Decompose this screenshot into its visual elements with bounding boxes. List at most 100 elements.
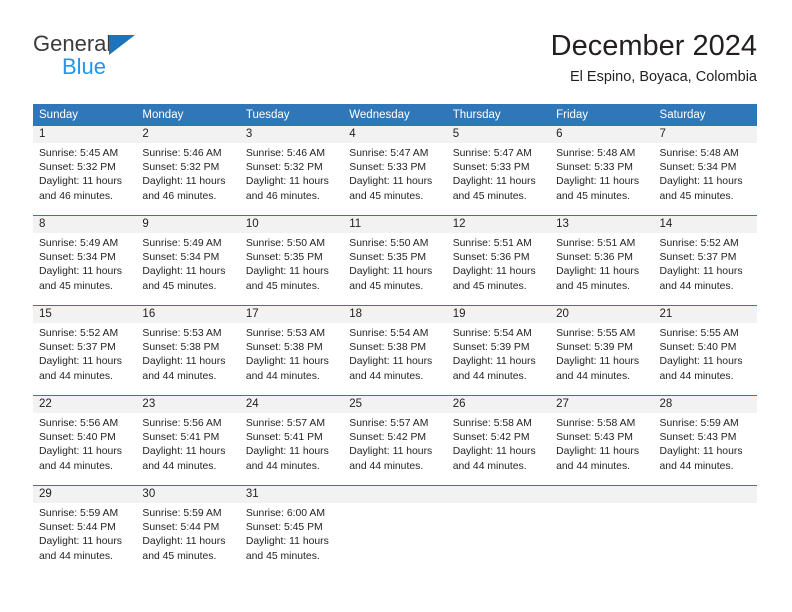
day-detail-line: and 46 minutes. xyxy=(142,190,217,202)
day-number[interactable]: 5 xyxy=(447,126,550,143)
day-cell[interactable]: Sunrise: 5:51 AM Sunset: 5:36 PM Daylight:… xyxy=(550,233,653,301)
day-cell[interactable]: Sunrise: 5:52 AM Sunset: 5:37 PM Daylight:… xyxy=(654,233,757,301)
day-number[interactable]: 16 xyxy=(136,306,239,323)
page-title: December 2024 xyxy=(550,30,757,62)
day-number[interactable]: 3 xyxy=(240,126,343,143)
day-cell-empty xyxy=(447,503,550,571)
day-number[interactable]: 28 xyxy=(654,396,757,413)
day-detail-line: and 44 minutes. xyxy=(659,280,734,292)
day-number[interactable]: 8 xyxy=(33,216,136,233)
day-number[interactable]: 19 xyxy=(447,306,550,323)
day-detail-line: Daylight: 11 hours xyxy=(659,266,743,278)
calendar-page: General Blue December 2024 El Espino, Bo… xyxy=(0,0,792,612)
day-cell[interactable]: Sunrise: 5:57 AM Sunset: 5:42 PM Daylight:… xyxy=(343,413,446,481)
day-cell[interactable]: Sunrise: 5:55 AM Sunset: 5:39 PM Daylight:… xyxy=(550,323,653,391)
day-detail-line: and 44 minutes. xyxy=(39,460,113,472)
day-cell[interactable]: Sunrise: 5:52 AM Sunset: 5:37 PM Daylight:… xyxy=(33,323,136,391)
calendar-weeks: 1 2 3 4 5 6 7 Sunrise: 5:45 AM Sunset: 5:32 PM Da… xyxy=(33,126,757,571)
day-cell[interactable]: Sunrise: 5:59 AM Sunset: 5:44 PM Daylight:… xyxy=(136,503,239,571)
day-detail-line: Sunset: 5:45 PM xyxy=(245,522,323,534)
day-cell[interactable]: Sunrise: 5:53 AM Sunset: 5:38 PM Daylight:… xyxy=(240,323,343,391)
day-number[interactable]: 27 xyxy=(550,396,653,413)
day-number[interactable]: 31 xyxy=(240,486,343,503)
day-number[interactable]: 6 xyxy=(550,126,653,143)
day-cell[interactable]: Sunrise: 5:46 AM Sunset: 5:32 PM Daylight:… xyxy=(240,143,343,211)
day-cell[interactable]: Sunrise: 5:48 AM Sunset: 5:33 PM Daylight:… xyxy=(550,143,653,211)
day-cell[interactable]: Sunrise: 5:59 AM Sunset: 5:44 PM Daylight:… xyxy=(33,503,136,571)
day-detail-line: Sunset: 5:38 PM xyxy=(245,342,323,354)
day-detail-line: Sunset: 5:42 PM xyxy=(349,432,427,444)
day-cell[interactable]: Sunrise: 5:58 AM Sunset: 5:43 PM Daylight:… xyxy=(550,413,653,481)
day-number[interactable]: 14 xyxy=(654,216,757,233)
day-number[interactable]: 10 xyxy=(240,216,343,233)
week-detail-band: Sunrise: 5:45 AM Sunset: 5:32 PM Daylight:… xyxy=(33,143,757,211)
day-cell[interactable]: Sunrise: 5:57 AM Sunset: 5:41 PM Daylight:… xyxy=(240,413,343,481)
day-cell[interactable]: Sunrise: 5:59 AM Sunset: 5:43 PM Daylight:… xyxy=(654,413,757,481)
day-detail-line: Daylight: 11 hours xyxy=(39,176,122,188)
day-number[interactable]: 20 xyxy=(550,306,653,323)
day-number[interactable]: 23 xyxy=(136,396,239,413)
day-cell[interactable]: Sunrise: 5:47 AM Sunset: 5:33 PM Daylight:… xyxy=(447,143,550,211)
day-cell[interactable]: Sunrise: 5:54 AM Sunset: 5:39 PM Daylight:… xyxy=(447,323,550,391)
day-detail-line: Daylight: 11 hours xyxy=(349,446,433,458)
day-cell[interactable]: Sunrise: 5:58 AM Sunset: 5:42 PM Daylight:… xyxy=(447,413,550,481)
day-detail-line: Daylight: 11 hours xyxy=(142,356,226,368)
day-detail-line: and 44 minutes. xyxy=(39,370,113,382)
day-detail-line: Daylight: 11 hours xyxy=(452,356,536,368)
day-cell[interactable]: Sunrise: 5:53 AM Sunset: 5:38 PM Daylight:… xyxy=(136,323,239,391)
day-cell[interactable]: Sunrise: 5:49 AM Sunset: 5:34 PM Daylight:… xyxy=(136,233,239,301)
day-cell[interactable]: Sunrise: 6:00 AM Sunset: 5:45 PM Daylight:… xyxy=(240,503,343,571)
day-detail-line: Sunrise: 5:55 AM xyxy=(556,328,636,339)
day-cell[interactable]: Sunrise: 5:48 AM Sunset: 5:34 PM Daylight:… xyxy=(654,143,757,211)
day-number[interactable]: 12 xyxy=(447,216,550,233)
generalblue-logo[interactable]: General Blue xyxy=(33,32,153,84)
day-detail-line: Daylight: 11 hours xyxy=(245,356,329,368)
day-detail-line: and 44 minutes. xyxy=(452,370,527,382)
day-detail-line: Sunrise: 5:59 AM xyxy=(659,418,739,429)
day-detail-line: Sunrise: 5:48 AM xyxy=(659,148,739,159)
day-number[interactable]: 2 xyxy=(136,126,239,143)
day-cell[interactable]: Sunrise: 5:45 AM Sunset: 5:32 PM Daylight:… xyxy=(33,143,136,211)
day-number[interactable]: 21 xyxy=(654,306,757,323)
day-number[interactable]: 25 xyxy=(343,396,446,413)
day-cell[interactable]: Sunrise: 5:49 AM Sunset: 5:34 PM Daylight:… xyxy=(33,233,136,301)
day-detail-line: and 44 minutes. xyxy=(556,460,631,472)
day-cell[interactable]: Sunrise: 5:47 AM Sunset: 5:33 PM Daylight:… xyxy=(343,143,446,211)
day-number[interactable]: 29 xyxy=(33,486,136,503)
day-detail-line: Sunset: 5:43 PM xyxy=(659,432,737,444)
day-cell[interactable]: Sunrise: 5:56 AM Sunset: 5:41 PM Daylight:… xyxy=(136,413,239,481)
day-detail-line: Sunrise: 5:47 AM xyxy=(452,148,532,159)
day-detail-line: Daylight: 11 hours xyxy=(142,266,226,278)
day-cell[interactable]: Sunrise: 5:50 AM Sunset: 5:35 PM Daylight:… xyxy=(240,233,343,301)
day-number[interactable]: 11 xyxy=(343,216,446,233)
calendar-week-row: 22 23 24 25 26 27 28 Sunrise: 5:56 AM Sunset: 5:… xyxy=(33,395,757,481)
day-detail-line: and 44 minutes. xyxy=(349,460,424,472)
day-cell[interactable]: Sunrise: 5:50 AM Sunset: 5:35 PM Daylight:… xyxy=(343,233,446,301)
day-number[interactable]: 17 xyxy=(240,306,343,323)
day-number[interactable]: 24 xyxy=(240,396,343,413)
day-number[interactable]: 30 xyxy=(136,486,239,503)
day-cell[interactable]: Sunrise: 5:55 AM Sunset: 5:40 PM Daylight:… xyxy=(654,323,757,391)
day-detail-line: Sunrise: 5:51 AM xyxy=(452,238,532,249)
logo-text-blue: Blue xyxy=(62,54,107,79)
day-number[interactable]: 18 xyxy=(343,306,446,323)
day-number[interactable]: 15 xyxy=(33,306,136,323)
day-cell[interactable]: Sunrise: 5:54 AM Sunset: 5:38 PM Daylight:… xyxy=(343,323,446,391)
day-detail-line: Daylight: 11 hours xyxy=(452,446,536,458)
weekday-header-row: Sunday Monday Tuesday Wednesday Thursday Frid… xyxy=(33,104,757,126)
day-number[interactable]: 9 xyxy=(136,216,239,233)
day-detail-line: Sunset: 5:42 PM xyxy=(452,432,530,444)
day-number[interactable]: 7 xyxy=(654,126,757,143)
day-number[interactable]: 4 xyxy=(343,126,446,143)
day-number[interactable]: 26 xyxy=(447,396,550,413)
weekday-header-thursday: Thursday xyxy=(452,109,501,121)
day-number[interactable]: 22 xyxy=(33,396,136,413)
day-number[interactable]: 1 xyxy=(33,126,136,143)
day-number[interactable]: 13 xyxy=(550,216,653,233)
day-cell[interactable]: Sunrise: 5:51 AM Sunset: 5:36 PM Daylight:… xyxy=(447,233,550,301)
day-detail-line: Daylight: 11 hours xyxy=(245,176,329,188)
day-cell[interactable]: Sunrise: 5:46 AM Sunset: 5:32 PM Daylight:… xyxy=(136,143,239,211)
day-detail-line: Daylight: 11 hours xyxy=(659,446,743,458)
day-detail-line: Daylight: 11 hours xyxy=(39,356,122,368)
day-cell[interactable]: Sunrise: 5:56 AM Sunset: 5:40 PM Daylight:… xyxy=(33,413,136,481)
